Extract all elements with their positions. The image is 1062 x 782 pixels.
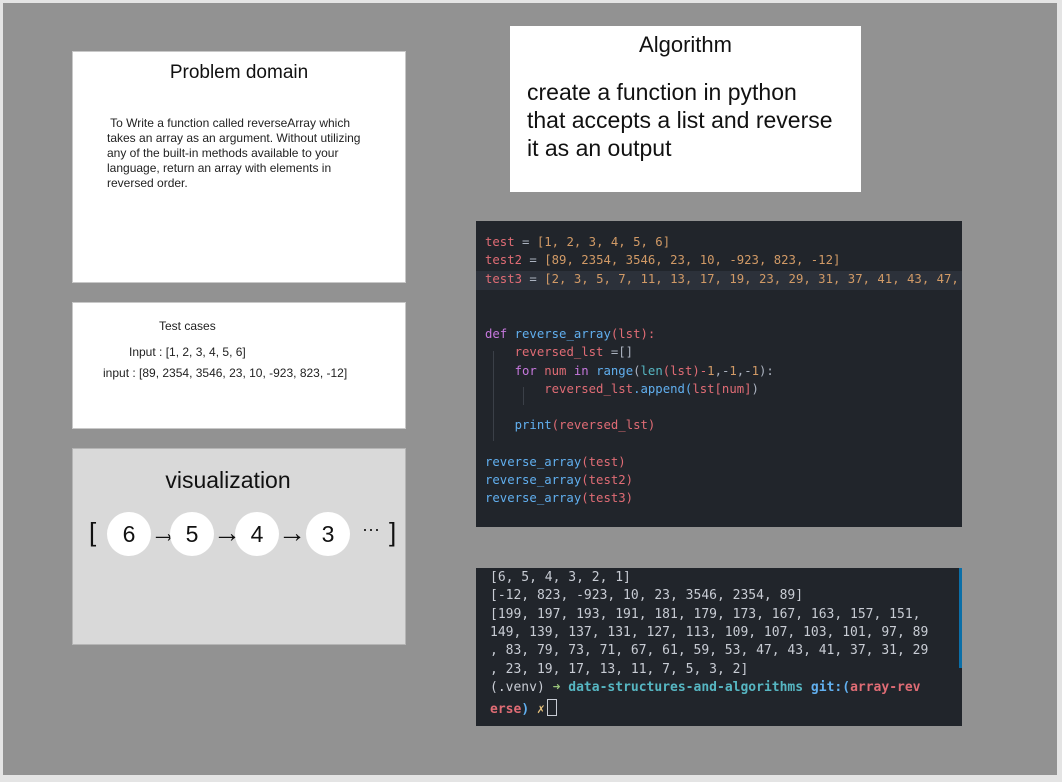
algorithm-card: Algorithm create a function in python th… xyxy=(510,26,861,192)
terminal-cursor[interactable] xyxy=(546,699,557,716)
branch-name: array-rev xyxy=(850,680,921,695)
code-line: test3 = [2, 3, 5, 7, 11, 13, 17, 19, 23,… xyxy=(485,272,959,286)
code-token: reversed_lst xyxy=(544,382,634,396)
code-token: [2, 3, 5, 7, 11, 13, 17, 19, 23, 29, 31,… xyxy=(544,272,959,286)
code-token: [1, 2, 3, 4, 5, 6] xyxy=(536,235,671,249)
terminal-line: 149, 139, 137, 131, 127, 113, 109, 107, … xyxy=(490,625,929,640)
terminal-line: [199, 197, 193, 191, 181, 179, 173, 167,… xyxy=(490,607,921,622)
test-cases-title: Test cases xyxy=(159,319,216,333)
list-node: 5 xyxy=(170,512,214,556)
problem-domain-card: Problem domain To Write a function calle… xyxy=(72,51,406,283)
code-line: reversed_lst.append(lst[num]) xyxy=(485,382,759,396)
list-node: 3 xyxy=(306,512,350,556)
problem-line: reversed order. xyxy=(107,176,188,190)
algorithm-line: create a function in python xyxy=(527,79,797,105)
code-token: print xyxy=(514,418,552,432)
code-line: for num in range(len(lst)-1,-1,-1): xyxy=(514,364,774,378)
venv-label: (.venv) xyxy=(490,680,545,695)
code-token: (test) xyxy=(581,455,626,469)
algorithm-title: Algorithm xyxy=(639,32,732,57)
code-token: (test2) xyxy=(581,473,634,487)
code-token: def xyxy=(485,327,508,341)
terminal-line: , 23, 19, 17, 13, 11, 7, 5, 3, 2] xyxy=(490,662,749,677)
code-token: reverse_array xyxy=(485,455,582,469)
dirty-mark-icon: ✗ xyxy=(536,702,545,717)
code-token: reverse_array xyxy=(514,327,611,341)
code-token: 1 xyxy=(707,364,715,378)
problem-line: language, return an array with elements … xyxy=(107,161,332,175)
code-token: for xyxy=(514,364,537,378)
code-token: 1 xyxy=(729,364,737,378)
terminal-line: [6, 5, 4, 3, 2, 1] xyxy=(490,570,631,585)
code-token: range xyxy=(596,364,634,378)
scrollbar-indicator xyxy=(959,568,962,668)
problem-line: To Write a function called reverseArray … xyxy=(107,116,350,130)
code-token: len xyxy=(640,364,663,378)
algorithm-line: it as an output xyxy=(527,135,672,161)
code-token: test xyxy=(485,235,515,249)
code-token: reverse_array xyxy=(485,491,582,505)
ellipsis: ··· xyxy=(362,519,380,539)
problem-line: any of the built-in methods available to… xyxy=(107,146,339,160)
terminal-output-screenshot: [6, 5, 4, 3, 2, 1] [-12, 823, -923, 10, … xyxy=(476,568,962,726)
algorithm-text: create a function in python that accepts… xyxy=(527,78,861,162)
problem-domain-title: Problem domain xyxy=(169,62,309,83)
prompt-arrow-icon: ➜ xyxy=(552,680,561,695)
code-token: (test3) xyxy=(581,491,634,505)
code-token: lst[num] xyxy=(692,382,752,396)
terminal-prompt-wrap: erse) ✗ xyxy=(490,699,557,717)
list-node: 6 xyxy=(107,512,151,556)
open-bracket: [ xyxy=(89,517,97,547)
code-token: test3 xyxy=(485,272,523,286)
code-token: 1 xyxy=(751,364,760,378)
code-token: .append( xyxy=(633,382,693,396)
visualization-card: visualization [ 6 → 5 → 4 → 3 ··· ] xyxy=(72,448,406,645)
git-label: git:( xyxy=(810,680,851,695)
code-token: ) xyxy=(751,382,759,396)
terminal-line: , 83, 79, 73, 71, 67, 61, 59, 53, 47, 43… xyxy=(490,643,929,658)
terminal-line: [-12, 823, -923, 10, 23, 3546, 2354, 89] xyxy=(490,588,804,603)
code-editor-screenshot: test = [1, 2, 3, 4, 5, 6] test2 = [89, 2… xyxy=(476,221,962,527)
code-token: reverse_array xyxy=(485,473,582,487)
code-token: [89, 2354, 3546, 23, 10, -923, 823, -12] xyxy=(544,253,841,267)
code-token: ,- xyxy=(714,364,730,378)
terminal-prompt: (.venv) ➜ data-structures-and-algorithms… xyxy=(490,680,921,695)
code-line: def reverse_array(lst): xyxy=(485,327,655,341)
code-line: reverse_array(test3) xyxy=(485,491,633,505)
test-case-input-1: Input : [1, 2, 3, 4, 5, 6] xyxy=(129,345,246,359)
algorithm-line: that accepts a list and reverse xyxy=(527,107,833,133)
code-token: test2 xyxy=(485,253,523,267)
branch-name: erse xyxy=(490,702,522,717)
code-token: ): xyxy=(759,364,774,378)
code-token: (reversed_lst) xyxy=(551,418,656,432)
close-bracket: ] xyxy=(389,517,397,547)
test-cases-card: Test cases Input : [1, 2, 3, 4, 5, 6] in… xyxy=(72,302,406,429)
code-token: in xyxy=(573,364,589,378)
code-line: print(reversed_lst) xyxy=(485,418,656,432)
list-node: 4 xyxy=(235,512,279,556)
code-line: reversed_lst =[] xyxy=(485,345,633,359)
code-line: test2 = [89, 2354, 3546, 23, 10, -923, 8… xyxy=(485,253,841,267)
arrow-right-icon: → xyxy=(278,517,306,548)
visualization-title: visualization xyxy=(165,467,291,493)
code-line: test = [1, 2, 3, 4, 5, 6] xyxy=(485,235,671,249)
problem-domain-text: To Write a function called reverseArray … xyxy=(107,116,377,191)
git-label: ) xyxy=(521,702,530,717)
code-line: reverse_array(test) xyxy=(485,455,626,469)
code-token: =[] xyxy=(603,345,634,359)
code-token: num xyxy=(544,364,567,378)
code-token: ,- xyxy=(736,364,752,378)
problem-line: takes an array as an argument. Without u… xyxy=(107,131,361,145)
code-line: reverse_array(test2) xyxy=(485,473,633,487)
test-case-input-2: input : [89, 2354, 3546, 23, 10, -923, 8… xyxy=(103,366,348,380)
code-token: (lst): xyxy=(610,327,656,341)
code-token: reversed_lst xyxy=(514,345,604,359)
directory-name: data-structures-and-algorithms xyxy=(568,680,804,695)
code-token: (lst)- xyxy=(662,364,708,378)
